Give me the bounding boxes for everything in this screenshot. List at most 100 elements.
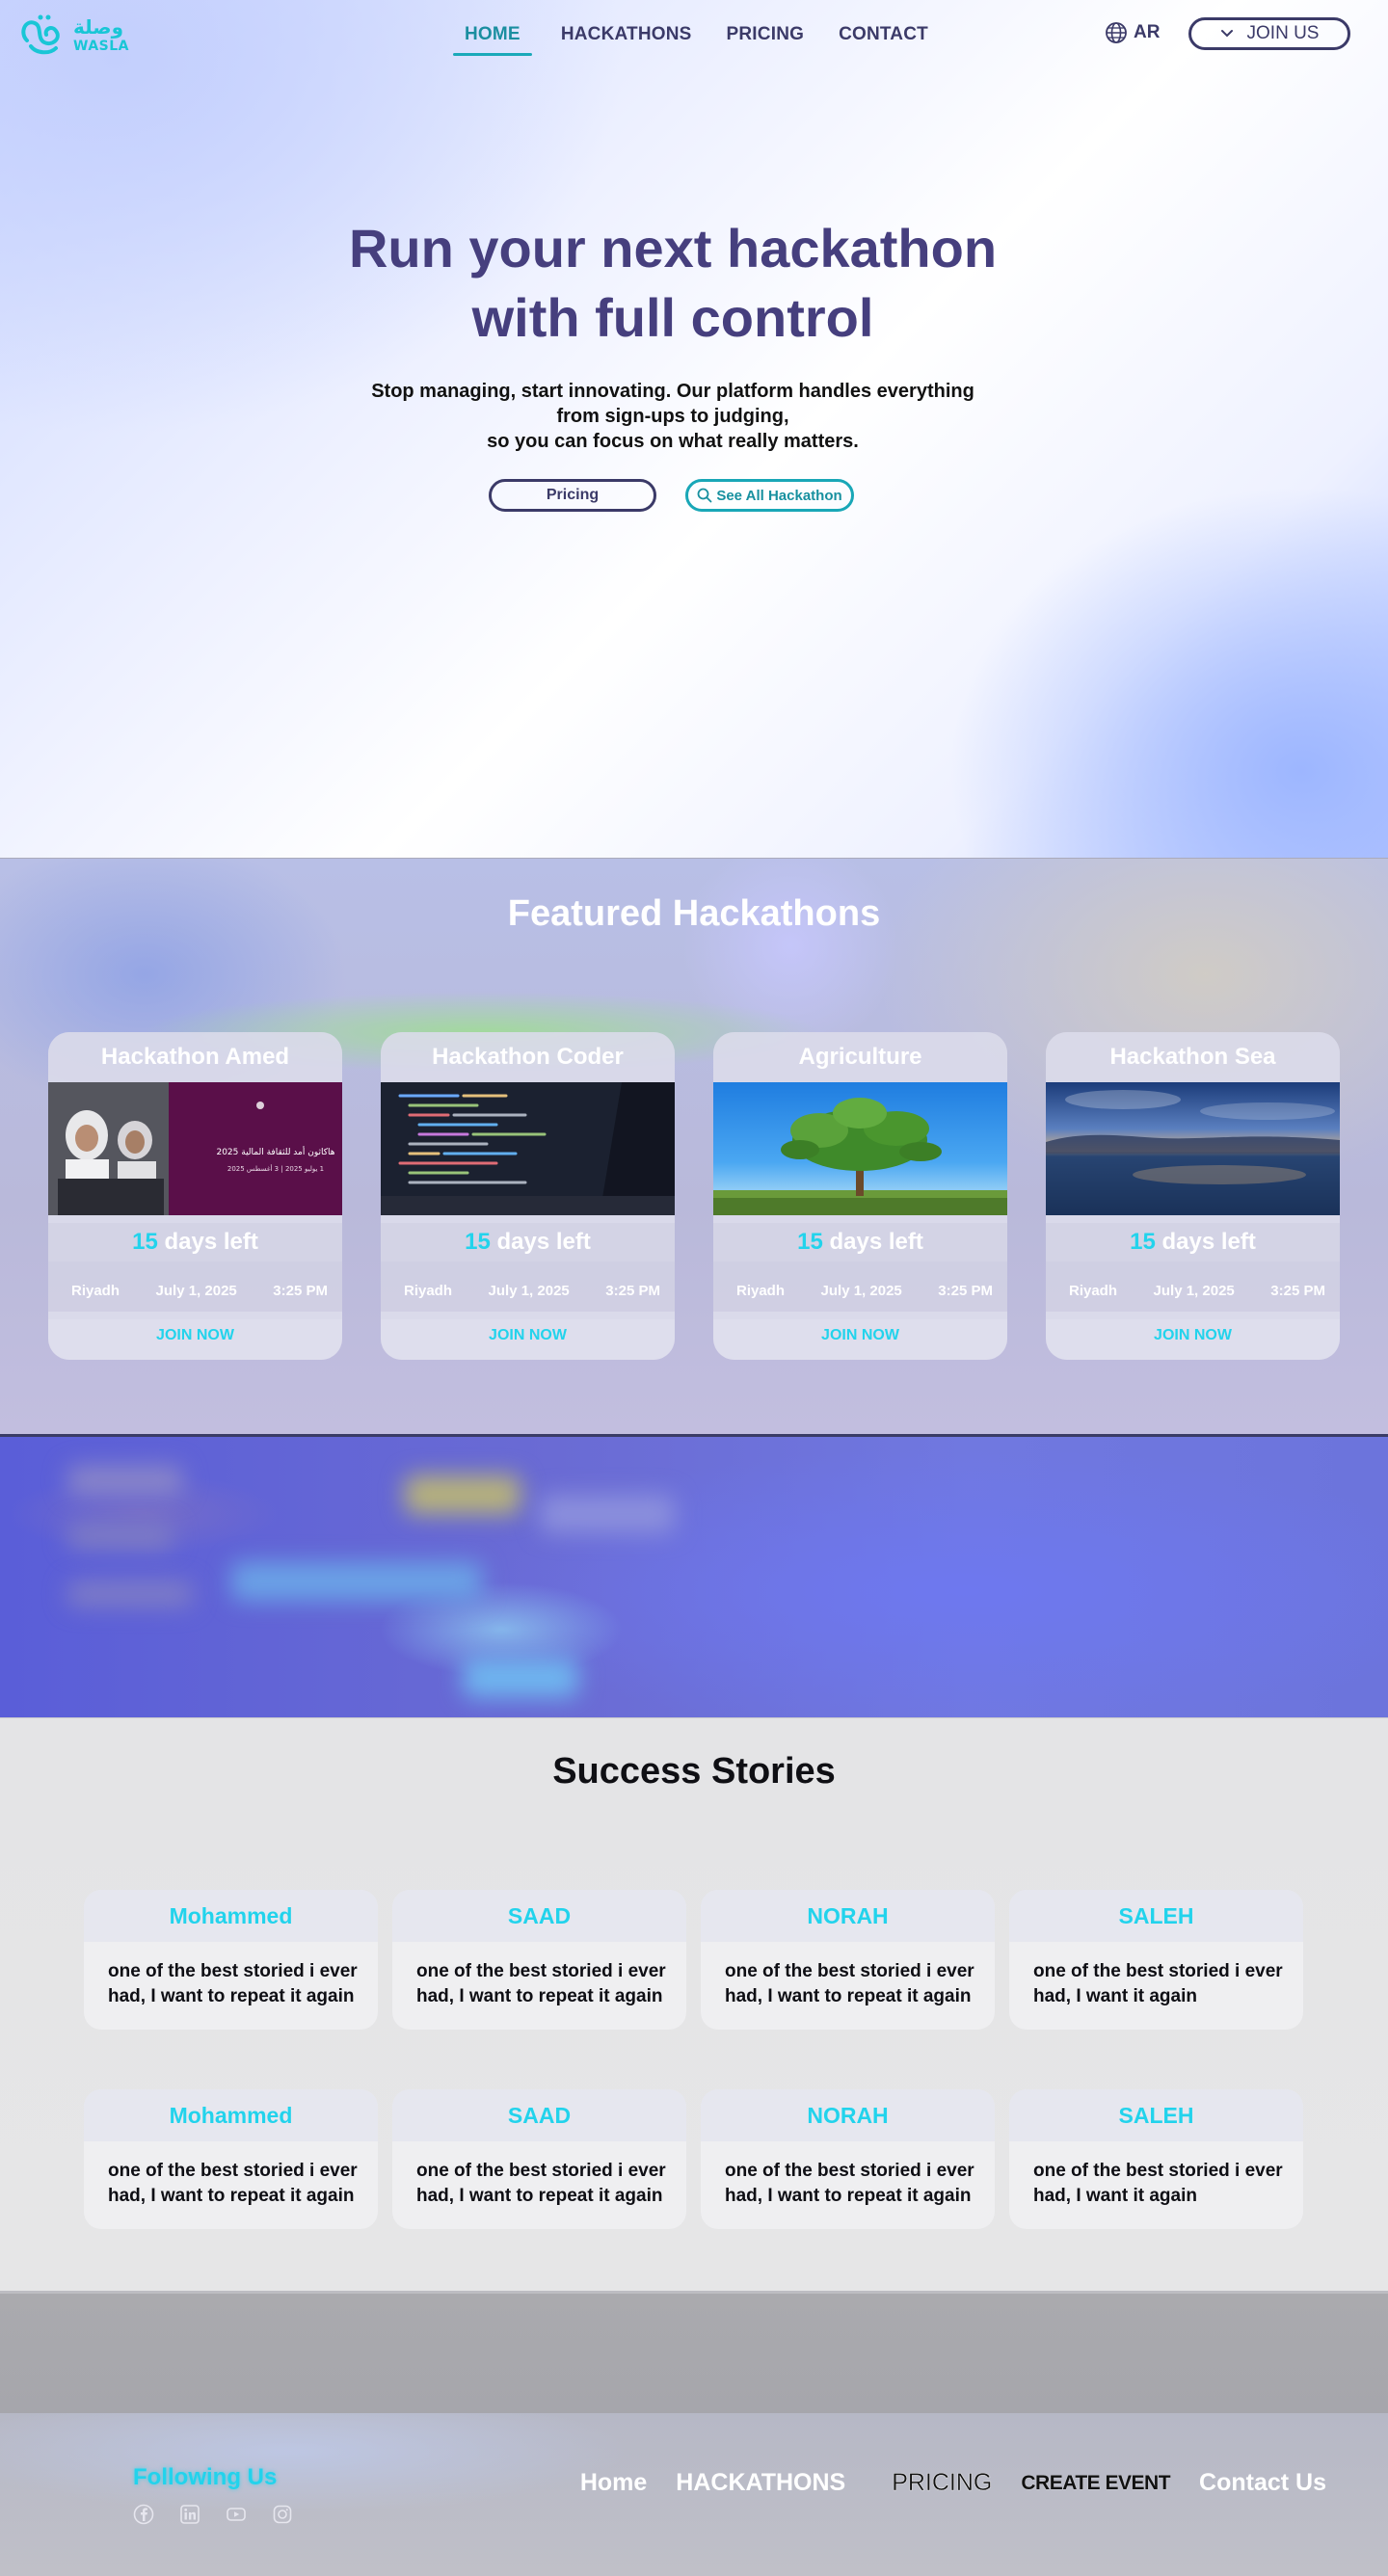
hero-subtitle-line-1: Stop managing, start innovating. Our pla… xyxy=(371,381,974,402)
story-text: one of the best storied i ever had, I wa… xyxy=(416,2161,666,2206)
hackathon-sea-image xyxy=(1046,1082,1340,1215)
story-author: SAAD xyxy=(392,2089,686,2141)
hackathon-coder-image xyxy=(381,1082,675,1215)
hackathon-date: July 1, 2025 xyxy=(1153,1282,1235,1299)
blur-shape xyxy=(67,1466,183,1495)
story-text: one of the best storied i ever had, I wa… xyxy=(1033,1961,1283,2006)
hackathon-time: 3:25 PM xyxy=(605,1282,660,1299)
join-now-button[interactable]: JOIN NOW xyxy=(1046,1312,1340,1360)
blurred-background-band xyxy=(0,1434,1388,1717)
story-author: NORAH xyxy=(701,2089,995,2141)
footer-link-contact[interactable]: Contact Us xyxy=(1199,2469,1326,2497)
hackathon-card[interactable]: Hackathon Coder 15 days left Riyadh July… xyxy=(381,1032,675,1360)
hackathon-meta: Riyadh July 1, 2025 3:25 PM xyxy=(381,1261,675,1319)
days-left: 15 days left xyxy=(713,1223,1007,1261)
hackathon-date: July 1, 2025 xyxy=(155,1282,237,1299)
story-card: Mohammed one of the best storied i ever … xyxy=(84,2089,378,2229)
footer-spacer xyxy=(0,2294,1388,2413)
youtube-icon[interactable] xyxy=(226,2504,247,2525)
blur-shape xyxy=(405,1475,520,1514)
story-card: SALEH one of the best storied i ever had… xyxy=(1009,2089,1303,2229)
blur-shape xyxy=(231,1562,482,1601)
hackathon-time: 3:25 PM xyxy=(1270,1282,1325,1299)
hero-title-line-1: Run your next hackathon xyxy=(348,218,998,279)
footer-nav: Home HACKATHONS PRICING CREATE EVENT Con… xyxy=(551,2469,1326,2497)
story-text: one of the best storied i ever had, I wa… xyxy=(725,2161,974,2206)
hackathon-card[interactable]: Hackathon Sea 15 days left Riyadh July 1… xyxy=(1046,1032,1340,1360)
brand-logo[interactable]: وصلة WASLA xyxy=(17,12,133,58)
story-author: SALEH xyxy=(1009,1890,1303,1942)
story-card: NORAH one of the best storied i ever had… xyxy=(701,2089,995,2229)
hackathon-meta: Riyadh July 1, 2025 3:25 PM xyxy=(48,1261,342,1319)
hackathon-card-title: Hackathon Sea xyxy=(1046,1032,1340,1082)
agriculture-image xyxy=(713,1082,1007,1215)
footer-link-hackathons[interactable]: HACKATHONS xyxy=(676,2469,845,2497)
blur-shape xyxy=(67,1581,193,1607)
hackathon-time: 3:25 PM xyxy=(273,1282,328,1299)
hero-subtitle-line-2: from sign-ups to judging, xyxy=(556,406,789,427)
join-now-button[interactable]: JOIN NOW xyxy=(381,1312,675,1360)
linkedin-icon[interactable] xyxy=(179,2504,200,2525)
hackathon-card-title: Agriculture xyxy=(713,1032,1007,1082)
story-card: NORAH one of the best storied i ever had… xyxy=(701,1890,995,2030)
footer-link-pricing[interactable]: PRICING xyxy=(892,2469,992,2497)
story-text: one of the best storied i ever had, I wa… xyxy=(108,1961,358,2006)
days-left-number: 15 xyxy=(1130,1229,1156,1255)
days-left: 15 days left xyxy=(381,1223,675,1261)
hackathon-card-title: Hackathon Coder xyxy=(381,1032,675,1082)
hackathon-card[interactable]: Hackathon Amed هاكاثون أمد للثقافة المال… xyxy=(48,1032,342,1360)
join-now-button[interactable]: JOIN NOW xyxy=(713,1312,1007,1360)
story-card: SAAD one of the best storied i ever had,… xyxy=(392,2089,686,2229)
hackathon-amed-image: هاكاثون أمد للثقافة المالية 2025 1 يوليو… xyxy=(48,1082,342,1215)
see-all-hackathon-button[interactable]: See All Hackathon xyxy=(685,479,854,512)
hero-section: وصلة WASLA HOME HACKATHONS PRICING CONTA… xyxy=(0,0,1388,858)
amed-banner-dates: 1 يوليو 2025 | 3 أغسطس 2025 xyxy=(227,1164,324,1173)
globe-icon xyxy=(1106,22,1127,43)
hero-title-line-2: with full control xyxy=(471,287,874,348)
story-text: one of the best storied i ever had, I wa… xyxy=(725,1961,974,2006)
days-left-number: 15 xyxy=(465,1229,491,1255)
social-links xyxy=(133,2504,293,2525)
hackathon-card[interactable]: Agriculture 15 days left Riyadh July 1, … xyxy=(713,1032,1007,1360)
language-switch[interactable]: AR xyxy=(1105,21,1160,44)
hackathon-time: 3:25 PM xyxy=(938,1282,993,1299)
footer-link-home[interactable]: Home xyxy=(580,2469,647,2497)
facebook-icon[interactable] xyxy=(133,2504,154,2525)
hackathon-card-title: Hackathon Amed xyxy=(48,1032,342,1082)
instagram-icon[interactable] xyxy=(272,2504,293,2525)
story-card: SALEH one of the best storied i ever had… xyxy=(1009,1890,1303,2030)
nav-contact[interactable]: CONTACT xyxy=(827,21,940,56)
success-stories-title: Success Stories xyxy=(552,1751,836,1792)
hackathon-meta: Riyadh July 1, 2025 3:25 PM xyxy=(1046,1261,1340,1319)
story-author: SALEH xyxy=(1009,2089,1303,2141)
pricing-button[interactable]: Pricing xyxy=(489,479,656,512)
featured-title: Featured Hackathons xyxy=(507,893,881,934)
hackathon-city: Riyadh xyxy=(736,1282,786,1299)
success-stories-section: Success Stories Mohammed one of the best… xyxy=(0,1717,1388,2294)
story-author: Mohammed xyxy=(84,2089,378,2141)
hackathon-city: Riyadh xyxy=(71,1282,120,1299)
days-left-number: 15 xyxy=(797,1229,823,1255)
hackathon-city: Riyadh xyxy=(404,1282,453,1299)
amed-banner-title: هاكاثون أمد للثقافة المالية 2025 xyxy=(216,1146,334,1157)
chevron-down-icon xyxy=(1220,30,1233,38)
nav-home[interactable]: HOME xyxy=(453,21,532,56)
code-on-screen-photo xyxy=(381,1082,675,1215)
see-all-hackathon-label: See All Hackathon xyxy=(716,487,842,504)
site-footer: Following Us Home HACKATHONS PRICING CRE… xyxy=(0,2413,1388,2576)
hackathon-date: July 1, 2025 xyxy=(820,1282,902,1299)
nav-pricing[interactable]: PRICING xyxy=(715,21,816,56)
join-now-button[interactable]: JOIN NOW xyxy=(48,1312,342,1360)
days-left-number: 15 xyxy=(132,1229,158,1255)
days-left-label: days left xyxy=(1161,1229,1256,1255)
story-card: Mohammed one of the best storied i ever … xyxy=(84,1890,378,2030)
blur-shape xyxy=(463,1659,578,1697)
join-us-button[interactable]: JOIN US xyxy=(1188,17,1350,50)
search-icon xyxy=(697,488,712,503)
logo-english-text: WASLA xyxy=(73,39,129,54)
footer-link-create-event[interactable]: CREATE EVENT xyxy=(1021,2472,1170,2495)
blur-shape xyxy=(67,1524,174,1549)
days-left: 15 days left xyxy=(1046,1223,1340,1261)
nav-hackathons[interactable]: HACKATHONS xyxy=(549,21,704,56)
hackathon-city: Riyadh xyxy=(1069,1282,1118,1299)
